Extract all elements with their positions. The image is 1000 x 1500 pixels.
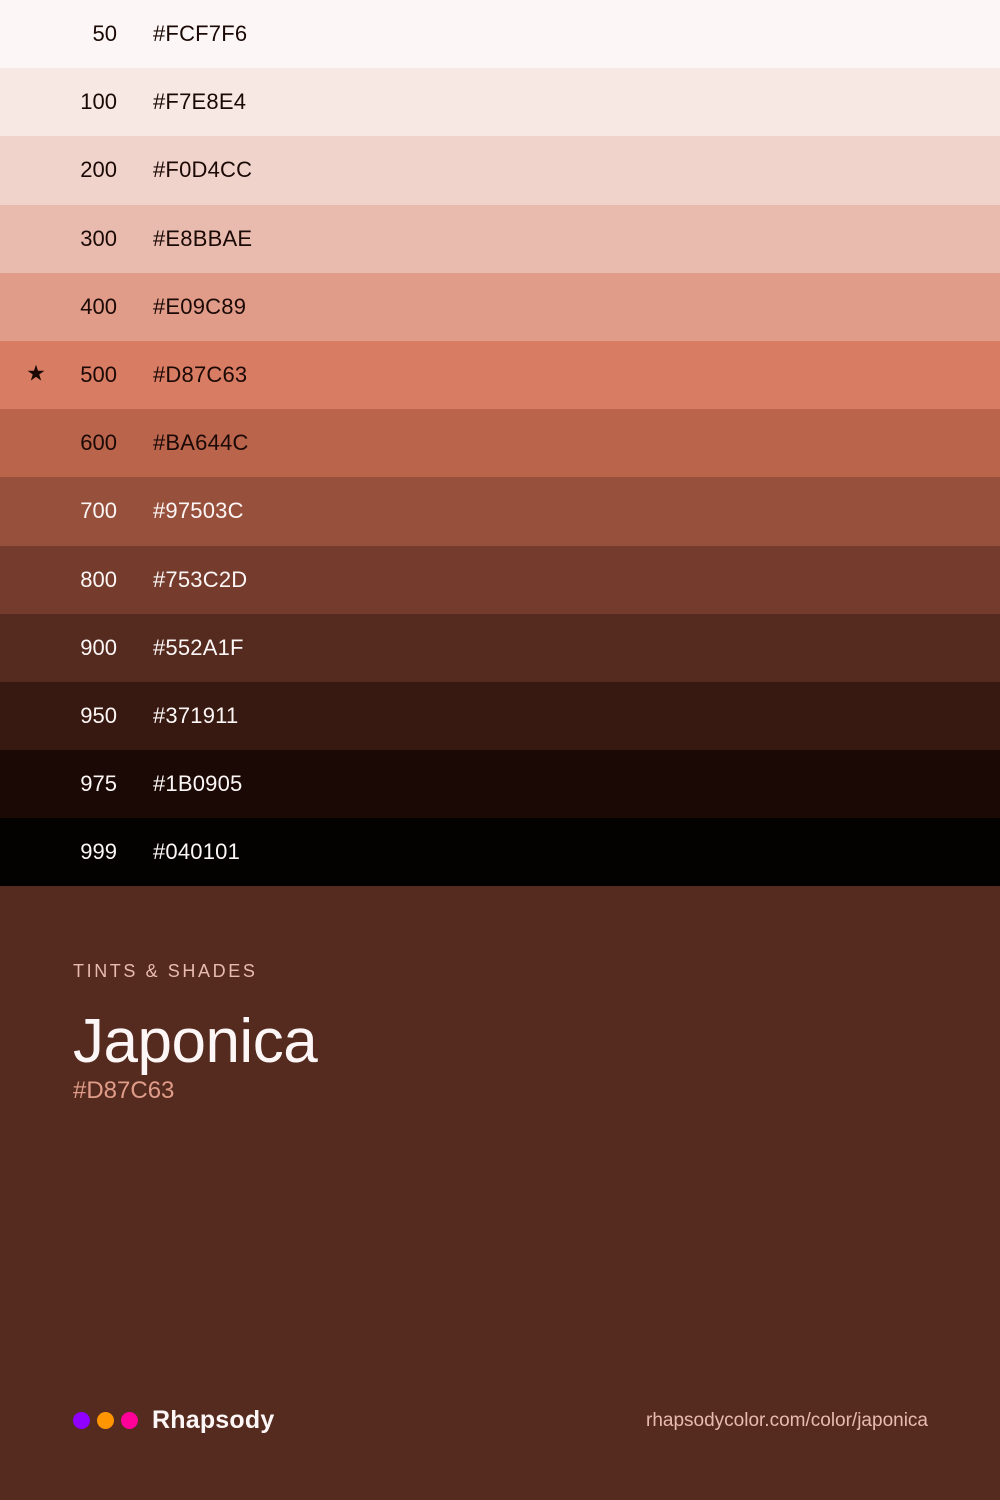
site-url-link[interactable]: rhapsodycolor.com/color/japonica (646, 1402, 928, 1438)
footer: Rhapsody rhapsodycolor.com/color/japonic… (73, 1402, 928, 1438)
swatch-row-600[interactable]: 600 #BA644C (0, 409, 1000, 478)
swatch-step: 200 (80, 157, 117, 183)
swatch-step: 600 (80, 430, 117, 456)
swatch-hex: #552A1F (153, 634, 244, 660)
swatch-step: 975 (80, 771, 117, 797)
color-name-heading: Japonica (73, 1007, 318, 1076)
swatch-row-50[interactable]: 50 #FCF7F6 (0, 0, 1000, 69)
swatch-row-900[interactable]: 900 #552A1F (0, 613, 1000, 682)
swatch-step: 400 (80, 293, 117, 319)
swatch-hex: #371911 (153, 702, 239, 728)
swatch-step: 800 (80, 566, 117, 592)
swatch-hex: #D87C63 (153, 362, 248, 388)
swatch-row-300[interactable]: 300 #E8BBAE (0, 204, 1000, 273)
swatch-row-975[interactable]: 975 #1B0905 (0, 750, 1000, 819)
swatch-step: 700 (80, 498, 117, 524)
swatch-hex: #E09C89 (153, 293, 247, 319)
swatch-hex: #F7E8E4 (153, 89, 247, 115)
swatch-step: 999 (80, 839, 117, 865)
swatch-step: 300 (80, 225, 117, 251)
swatch-hex: #E8BBAE (153, 225, 253, 251)
swatch-step: 900 (80, 634, 117, 660)
star-icon: ★ (26, 360, 46, 386)
swatch-hex: #F0D4CC (153, 157, 253, 183)
swatch-list: 50 #FCF7F6 100 #F7E8E4 200 #F0D4CC 300 #E8BBAE 4… (0, 0, 1000, 887)
swatch-step: 500 (80, 362, 117, 388)
brand-name: Rhapsody (152, 1405, 275, 1434)
swatch-hex: #753C2D (153, 566, 248, 592)
swatch-step: 950 (80, 702, 117, 728)
swatch-hex: #FCF7F6 (153, 21, 248, 47)
swatch-row-999[interactable]: 999 #040101 (0, 818, 1000, 887)
swatch-row-950[interactable]: 950 #371911 (0, 681, 1000, 751)
swatch-row-800[interactable]: 800 #753C2D (0, 545, 1000, 614)
swatch-row-500[interactable]: ★ 500 #D87C63 (0, 340, 1000, 410)
swatch-step: 50 (92, 21, 117, 47)
swatch-row-700[interactable]: 700 #97503C (0, 477, 1000, 546)
swatch-step: 100 (80, 89, 117, 115)
swatch-row-100[interactable]: 100 #F7E8E4 (0, 68, 1000, 137)
orange-dot-icon (97, 1411, 114, 1429)
swatch-hex: #BA644C (153, 430, 249, 456)
purple-dot-icon (73, 1411, 90, 1429)
section-eyebrow: TINTS & SHADES (73, 961, 258, 981)
swatch-hex: #1B0905 (153, 771, 243, 797)
swatch-hex: #040101 (153, 839, 241, 865)
color-info: TINTS & SHADES Japonica #D87C63 (73, 958, 933, 1108)
brand-logo[interactable]: Rhapsody (73, 1402, 274, 1438)
swatch-hex: #97503C (153, 498, 244, 524)
pink-dot-icon (121, 1411, 138, 1429)
swatch-row-200[interactable]: 200 #F0D4CC (0, 136, 1000, 205)
swatch-row-400[interactable]: 400 #E09C89 (0, 272, 1000, 341)
